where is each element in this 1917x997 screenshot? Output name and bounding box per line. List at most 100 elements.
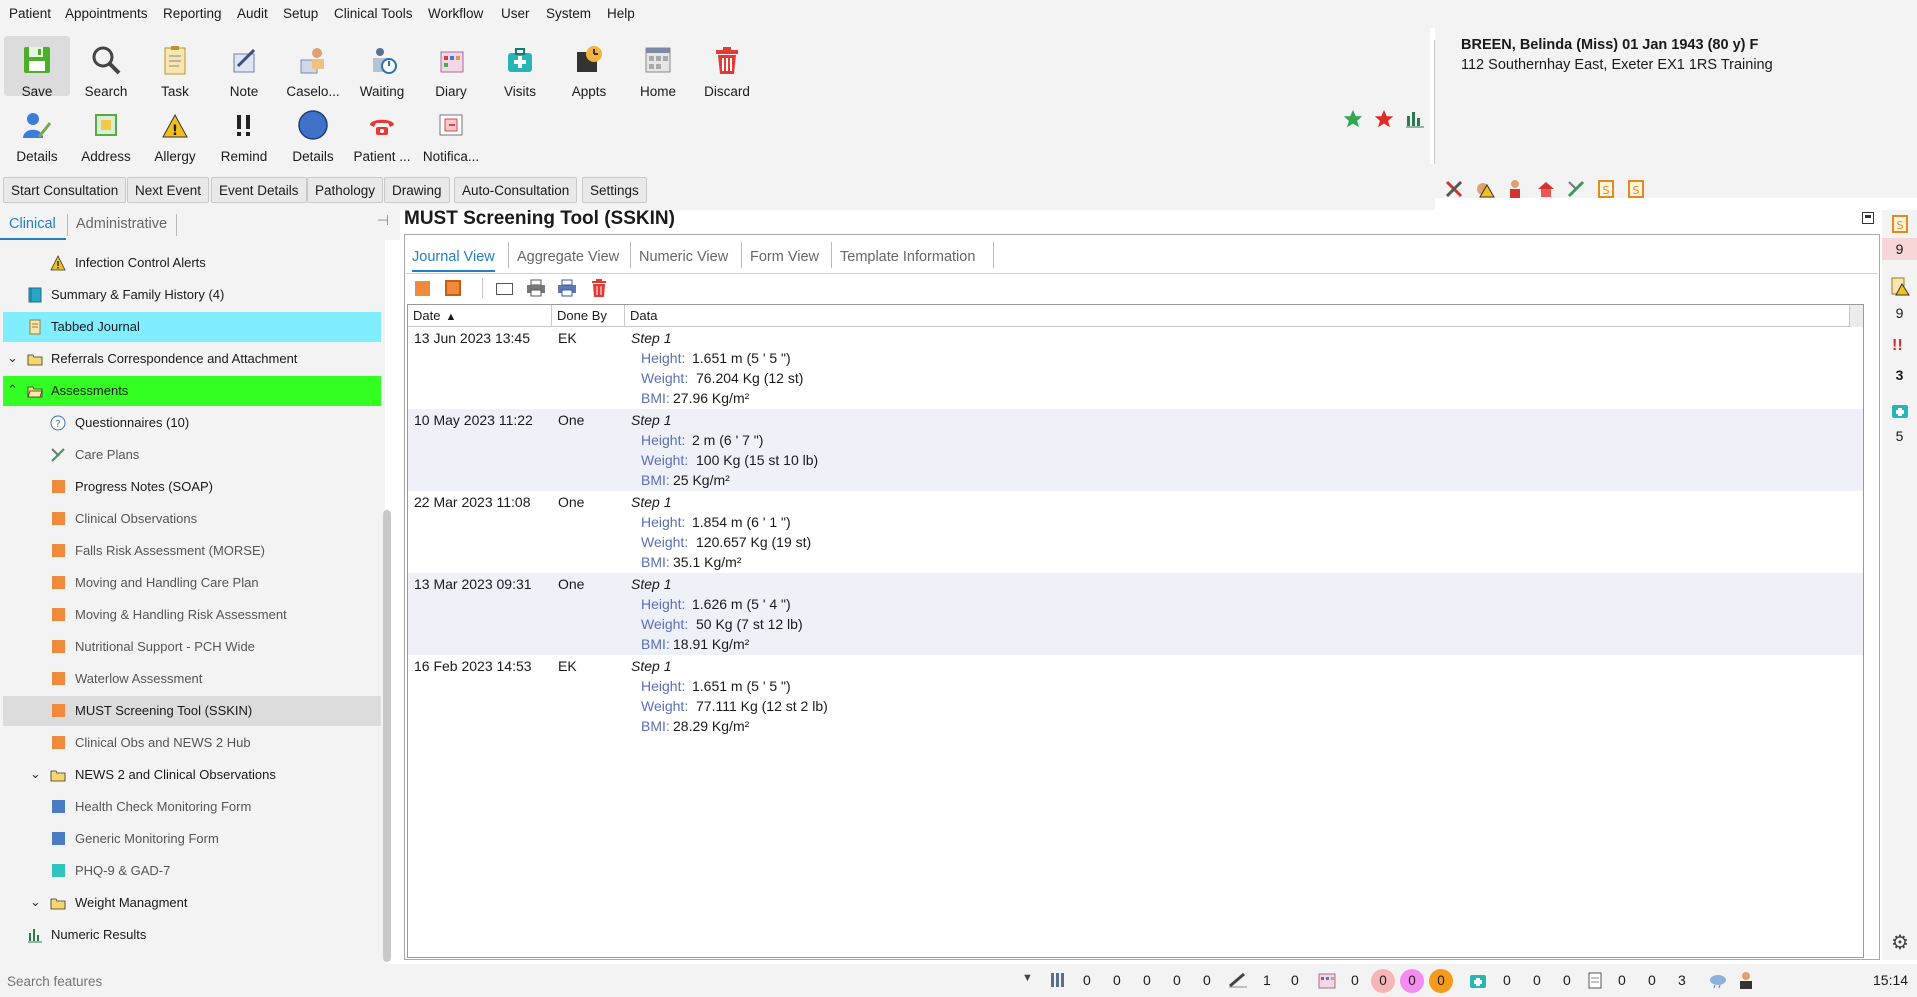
tree-item-weight-management[interactable]: ⌄ Weight Managment: [0, 888, 381, 918]
pin-icon[interactable]: ⊣: [377, 212, 389, 229]
tree-item-referrals[interactable]: ⌄ Referrals Correspondence and Attachmen…: [0, 344, 381, 374]
tree-item-health-check[interactable]: Health Check Monitoring Form: [0, 792, 381, 822]
chevron-down-icon[interactable]: ⌄: [30, 766, 41, 782]
red-star-icon[interactable]: [1373, 108, 1395, 130]
edit-entry-icon[interactable]: [445, 280, 461, 296]
diary-button[interactable]: Diary: [418, 36, 484, 99]
save-button[interactable]: Save: [4, 36, 70, 99]
tab-form-view[interactable]: Form View: [750, 244, 819, 270]
tree-item-generic-monitoring[interactable]: Generic Monitoring Form: [0, 824, 381, 854]
diary-status-icon[interactable]: [1317, 970, 1337, 990]
note-button[interactable]: Note: [211, 36, 277, 99]
appts-button[interactable]: Appts: [556, 36, 622, 99]
remind-button[interactable]: Remind: [211, 101, 277, 164]
tree-item-moving-handling-plan[interactable]: Moving and Handling Care Plan: [0, 568, 381, 598]
tree-item-must-screening[interactable]: MUST Screening Tool (SSKIN): [3, 696, 381, 726]
discard-button[interactable]: Discard: [694, 36, 760, 99]
chevron-up-icon[interactable]: ⌃: [7, 382, 18, 398]
tree-item-questionnaires[interactable]: ? Questionnaires (10): [0, 408, 381, 438]
table-row[interactable]: 22 Mar 2023 11:08 One Step 1 Height: 1.8…: [408, 491, 1863, 573]
task-warning-icon[interactable]: [1890, 276, 1910, 296]
blank-form-icon[interactable]: [496, 283, 513, 295]
start-consultation-button[interactable]: Start Consultation: [3, 177, 127, 203]
person-red-icon[interactable]: [1505, 179, 1525, 199]
menu-audit[interactable]: Audit: [237, 6, 268, 21]
column-header-done-by[interactable]: Done By: [552, 305, 625, 327]
pen-tools-icon[interactable]: [1566, 179, 1586, 199]
tree-item-assessments[interactable]: ⌃ Assessments: [3, 376, 381, 406]
patient-details-button[interactable]: Details: [4, 101, 70, 164]
menu-help[interactable]: Help: [607, 6, 635, 21]
chevron-down-icon[interactable]: ▼: [1022, 972, 1033, 984]
table-row[interactable]: 16 Feb 2023 14:53 EK Step 1 Height: 1.65…: [408, 655, 1863, 737]
task-button[interactable]: Task: [142, 36, 208, 99]
tree-item-falls-risk[interactable]: Falls Risk Assessment (MORSE): [0, 536, 381, 566]
tab-template-information[interactable]: Template Information: [840, 244, 975, 270]
status-pill-orange[interactable]: 0: [1429, 969, 1453, 993]
menu-appointments[interactable]: Appointments: [65, 6, 148, 21]
status-pill-pink[interactable]: 0: [1400, 969, 1424, 993]
status-pill-red[interactable]: 0: [1371, 969, 1395, 993]
search-features-input[interactable]: [5, 970, 1039, 992]
visits-status-icon[interactable]: [1468, 971, 1488, 989]
user-status-icon[interactable]: [1737, 970, 1755, 990]
medical-kit-icon[interactable]: [1890, 400, 1910, 420]
chevron-down-icon[interactable]: ⌄: [30, 894, 41, 910]
menu-user[interactable]: User: [501, 6, 530, 21]
orange-doc-icon[interactable]: S: [1596, 179, 1616, 199]
notifications-button[interactable]: Notifica...: [418, 101, 484, 164]
tree-item-waterlow[interactable]: Waterlow Assessment: [0, 664, 381, 694]
waiting-button[interactable]: Waiting: [349, 36, 415, 99]
drawing-button[interactable]: Drawing: [384, 177, 450, 203]
tools-icon[interactable]: [1444, 179, 1464, 199]
orange-doc-icon-2[interactable]: S: [1626, 179, 1646, 199]
table-row[interactable]: 13 Mar 2023 09:31 One Step 1 Height: 1.6…: [408, 573, 1863, 655]
house-icon[interactable]: [1536, 179, 1556, 199]
table-row[interactable]: 13 Jun 2023 13:45 EK Step 1 Height: 1.65…: [408, 327, 1863, 409]
menu-setup[interactable]: Setup: [283, 6, 318, 21]
table-row[interactable]: 10 May 2023 11:22 One Step 1 Height: 2 m…: [408, 409, 1863, 491]
tree-item-tabbed-journal[interactable]: Tabbed Journal: [3, 312, 381, 342]
tab-administrative[interactable]: Administrative: [76, 216, 167, 232]
menu-clinical-tools[interactable]: Clinical Tools: [334, 6, 413, 21]
home-button[interactable]: Home: [625, 36, 691, 99]
patient-phone-button[interactable]: Patient ...: [349, 101, 415, 164]
pen-icon[interactable]: [1228, 972, 1248, 988]
chevron-down-icon[interactable]: ⌄: [7, 350, 18, 366]
tree-item-news2-folder[interactable]: ⌄ NEWS 2 and Clinical Observations: [0, 760, 381, 790]
visits-button[interactable]: Visits: [487, 36, 553, 99]
settings-button[interactable]: Settings: [582, 177, 647, 203]
tree-item-moving-handling-risk[interactable]: Moving & Handling Risk Assessment: [0, 600, 381, 630]
column-header-date[interactable]: Date ▲: [408, 305, 552, 327]
menu-workflow[interactable]: Workflow: [428, 6, 483, 21]
maximize-icon[interactable]: [1862, 212, 1874, 224]
print-icon[interactable]: [526, 279, 546, 297]
search-button[interactable]: Search: [73, 36, 139, 99]
address-button[interactable]: Address: [73, 101, 139, 164]
tubes-icon[interactable]: [1049, 971, 1067, 989]
weather-icon[interactable]: [1708, 971, 1728, 989]
tree-item-nutritional-support[interactable]: Nutritional Support - PCH Wide: [0, 632, 381, 662]
next-event-button[interactable]: Next Event: [127, 177, 210, 203]
tree-item-numeric-results[interactable]: Numeric Results: [0, 920, 381, 950]
tree-scrollbar[interactable]: [383, 510, 391, 962]
orange-doc-icon[interactable]: S: [1890, 214, 1910, 234]
alert-icon[interactable]: !!: [1892, 337, 1903, 355]
tab-journal-view[interactable]: Journal View: [412, 244, 495, 272]
auto-consultation-button[interactable]: Auto-Consultation: [454, 177, 578, 203]
tree-item-progress-notes[interactable]: Progress Notes (SOAP): [0, 472, 381, 502]
tab-numeric-view[interactable]: Numeric View: [639, 244, 728, 270]
green-star-icon[interactable]: [1342, 108, 1364, 130]
allergy-button[interactable]: ! Allergy: [142, 101, 208, 164]
pathology-button[interactable]: Pathology: [307, 177, 384, 203]
chart-small-icon[interactable]: [1405, 110, 1425, 128]
column-header-data[interactable]: Data: [625, 305, 1648, 327]
menu-reporting[interactable]: Reporting: [163, 6, 222, 21]
tree-item-infection-control[interactable]: Infection Control Alerts: [0, 248, 381, 278]
tree-item-summary[interactable]: Summary & Family History (4): [0, 280, 381, 310]
tree-item-care-plans[interactable]: Care Plans: [0, 440, 381, 470]
event-details-button[interactable]: Event Details: [211, 177, 307, 203]
menu-system[interactable]: System: [546, 6, 591, 21]
gear-icon[interactable]: ⚙: [1891, 930, 1909, 955]
tree-item-phq9[interactable]: PHQ-9 & GAD-7: [0, 856, 381, 886]
